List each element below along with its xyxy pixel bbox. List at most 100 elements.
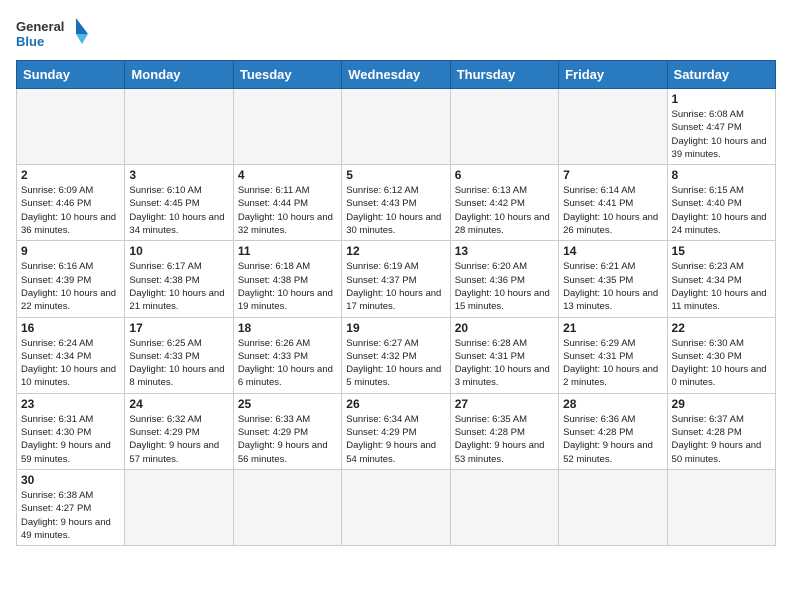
week-row-1: 1Sunrise: 6:08 AM Sunset: 4:47 PM Daylig… bbox=[17, 89, 776, 165]
day-number: 18 bbox=[238, 321, 337, 335]
day-info: Sunrise: 6:10 AM Sunset: 4:45 PM Dayligh… bbox=[129, 184, 228, 237]
calendar-cell bbox=[17, 89, 125, 165]
day-number: 2 bbox=[21, 168, 120, 182]
calendar-cell: 24 Sunrise: 6:32 AM Sunset: 4:29 PM Dayli… bbox=[125, 393, 233, 469]
day-info: Sunrise: 6:12 AM Sunset: 4:43 PM Dayligh… bbox=[346, 184, 445, 237]
day-number: 20 bbox=[455, 321, 554, 335]
day-info: Sunrise: 6:08 AM Sunset: 4:47 PM Dayligh… bbox=[672, 108, 771, 161]
day-number: 11 bbox=[238, 244, 337, 258]
day-number: 25 bbox=[238, 397, 337, 411]
calendar-cell: 27 Sunrise: 6:35 AM Sunset: 4:28 PM Dayli… bbox=[450, 393, 558, 469]
day-number: 27 bbox=[455, 397, 554, 411]
day-number: 17 bbox=[129, 321, 228, 335]
day-info: Sunrise: 6:33 AM Sunset: 4:29 PM Dayligh… bbox=[238, 413, 337, 466]
day-number: 21 bbox=[563, 321, 662, 335]
calendar-cell: 11 Sunrise: 6:18 AM Sunset: 4:38 PM Dayli… bbox=[233, 241, 341, 317]
day-info: Sunrise: 6:25 AM Sunset: 4:33 PM Dayligh… bbox=[129, 337, 228, 390]
calendar-cell: 22 Sunrise: 6:30 AM Sunset: 4:30 PM Dayli… bbox=[667, 317, 775, 393]
day-info: Sunrise: 6:18 AM Sunset: 4:38 PM Dayligh… bbox=[238, 260, 337, 313]
calendar-cell: 13 Sunrise: 6:20 AM Sunset: 4:36 PM Dayli… bbox=[450, 241, 558, 317]
calendar-cell: 2Sunrise: 6:09 AM Sunset: 4:46 PM Daylig… bbox=[17, 165, 125, 241]
weekday-header-tuesday: Tuesday bbox=[233, 61, 341, 89]
calendar-cell: 16 Sunrise: 6:24 AM Sunset: 4:34 PM Dayli… bbox=[17, 317, 125, 393]
calendar-cell: 5 Sunrise: 6:12 AM Sunset: 4:43 PM Daylig… bbox=[342, 165, 450, 241]
calendar-cell: 6Sunrise: 6:13 AM Sunset: 4:42 PM Daylig… bbox=[450, 165, 558, 241]
day-info: Sunrise: 6:27 AM Sunset: 4:32 PM Dayligh… bbox=[346, 337, 445, 390]
calendar-cell: 1Sunrise: 6:08 AM Sunset: 4:47 PM Daylig… bbox=[667, 89, 775, 165]
calendar-cell: 4 Sunrise: 6:11 AM Sunset: 4:44 PM Daylig… bbox=[233, 165, 341, 241]
day-number: 15 bbox=[672, 244, 771, 258]
weekday-header-thursday: Thursday bbox=[450, 61, 558, 89]
day-number: 30 bbox=[21, 473, 120, 487]
day-info: Sunrise: 6:29 AM Sunset: 4:31 PM Dayligh… bbox=[563, 337, 662, 390]
day-number: 9 bbox=[21, 244, 120, 258]
day-info: Sunrise: 6:15 AM Sunset: 4:40 PM Dayligh… bbox=[672, 184, 771, 237]
logo-svg: GeneralBlue bbox=[16, 16, 96, 52]
day-number: 14 bbox=[563, 244, 662, 258]
calendar-cell: 3Sunrise: 6:10 AM Sunset: 4:45 PM Daylig… bbox=[125, 165, 233, 241]
calendar-cell: 18 Sunrise: 6:26 AM Sunset: 4:33 PM Dayli… bbox=[233, 317, 341, 393]
weekday-header-saturday: Saturday bbox=[667, 61, 775, 89]
day-number: 16 bbox=[21, 321, 120, 335]
calendar-cell: 8 Sunrise: 6:15 AM Sunset: 4:40 PM Daylig… bbox=[667, 165, 775, 241]
week-row-2: 2Sunrise: 6:09 AM Sunset: 4:46 PM Daylig… bbox=[17, 165, 776, 241]
day-number: 12 bbox=[346, 244, 445, 258]
day-number: 19 bbox=[346, 321, 445, 335]
calendar-cell: 23Sunrise: 6:31 AM Sunset: 4:30 PM Dayli… bbox=[17, 393, 125, 469]
day-number: 28 bbox=[563, 397, 662, 411]
day-info: Sunrise: 6:32 AM Sunset: 4:29 PM Dayligh… bbox=[129, 413, 228, 466]
day-info: Sunrise: 6:24 AM Sunset: 4:34 PM Dayligh… bbox=[21, 337, 120, 390]
day-info: Sunrise: 6:14 AM Sunset: 4:41 PM Dayligh… bbox=[563, 184, 662, 237]
calendar-cell: 19 Sunrise: 6:27 AM Sunset: 4:32 PM Dayli… bbox=[342, 317, 450, 393]
day-number: 22 bbox=[672, 321, 771, 335]
day-info: Sunrise: 6:35 AM Sunset: 4:28 PM Dayligh… bbox=[455, 413, 554, 466]
day-number: 29 bbox=[672, 397, 771, 411]
calendar-cell bbox=[342, 89, 450, 165]
day-info: Sunrise: 6:20 AM Sunset: 4:36 PM Dayligh… bbox=[455, 260, 554, 313]
day-info: Sunrise: 6:19 AM Sunset: 4:37 PM Dayligh… bbox=[346, 260, 445, 313]
calendar-cell bbox=[125, 469, 233, 545]
day-info: Sunrise: 6:16 AM Sunset: 4:39 PM Dayligh… bbox=[21, 260, 120, 313]
day-number: 7 bbox=[563, 168, 662, 182]
calendar-cell: 15 Sunrise: 6:23 AM Sunset: 4:34 PM Dayli… bbox=[667, 241, 775, 317]
calendar-cell bbox=[342, 469, 450, 545]
day-info: Sunrise: 6:13 AM Sunset: 4:42 PM Dayligh… bbox=[455, 184, 554, 237]
weekday-header-monday: Monday bbox=[125, 61, 233, 89]
calendar-cell: 9 Sunrise: 6:16 AM Sunset: 4:39 PM Daylig… bbox=[17, 241, 125, 317]
day-info: Sunrise: 6:31 AM Sunset: 4:30 PM Dayligh… bbox=[21, 413, 120, 466]
day-info: Sunrise: 6:28 AM Sunset: 4:31 PM Dayligh… bbox=[455, 337, 554, 390]
day-number: 8 bbox=[672, 168, 771, 182]
calendar-cell: 20 Sunrise: 6:28 AM Sunset: 4:31 PM Dayli… bbox=[450, 317, 558, 393]
day-info: Sunrise: 6:30 AM Sunset: 4:30 PM Dayligh… bbox=[672, 337, 771, 390]
calendar-cell: 7 Sunrise: 6:14 AM Sunset: 4:41 PM Daylig… bbox=[559, 165, 667, 241]
day-number: 10 bbox=[129, 244, 228, 258]
calendar-cell bbox=[559, 89, 667, 165]
week-row-5: 23Sunrise: 6:31 AM Sunset: 4:30 PM Dayli… bbox=[17, 393, 776, 469]
week-row-3: 9 Sunrise: 6:16 AM Sunset: 4:39 PM Daylig… bbox=[17, 241, 776, 317]
calendar-cell: 14 Sunrise: 6:21 AM Sunset: 4:35 PM Dayli… bbox=[559, 241, 667, 317]
week-row-6: 30Sunrise: 6:38 AM Sunset: 4:27 PM Dayli… bbox=[17, 469, 776, 545]
day-number: 13 bbox=[455, 244, 554, 258]
calendar-cell bbox=[450, 89, 558, 165]
day-info: Sunrise: 6:26 AM Sunset: 4:33 PM Dayligh… bbox=[238, 337, 337, 390]
weekday-header-friday: Friday bbox=[559, 61, 667, 89]
day-info: Sunrise: 6:21 AM Sunset: 4:35 PM Dayligh… bbox=[563, 260, 662, 313]
weekday-header-wednesday: Wednesday bbox=[342, 61, 450, 89]
page-header: GeneralBlue bbox=[16, 16, 776, 52]
calendar-cell: 25 Sunrise: 6:33 AM Sunset: 4:29 PM Dayli… bbox=[233, 393, 341, 469]
calendar-cell: 17 Sunrise: 6:25 AM Sunset: 4:33 PM Dayli… bbox=[125, 317, 233, 393]
calendar-cell: 30Sunrise: 6:38 AM Sunset: 4:27 PM Dayli… bbox=[17, 469, 125, 545]
calendar-table: SundayMondayTuesdayWednesdayThursdayFrid… bbox=[16, 60, 776, 546]
calendar-cell bbox=[667, 469, 775, 545]
day-info: Sunrise: 6:11 AM Sunset: 4:44 PM Dayligh… bbox=[238, 184, 337, 237]
day-number: 5 bbox=[346, 168, 445, 182]
day-number: 24 bbox=[129, 397, 228, 411]
day-number: 4 bbox=[238, 168, 337, 182]
calendar-cell bbox=[450, 469, 558, 545]
weekday-header-row: SundayMondayTuesdayWednesdayThursdayFrid… bbox=[17, 61, 776, 89]
day-info: Sunrise: 6:23 AM Sunset: 4:34 PM Dayligh… bbox=[672, 260, 771, 313]
calendar-cell: 10 Sunrise: 6:17 AM Sunset: 4:38 PM Dayli… bbox=[125, 241, 233, 317]
day-info: Sunrise: 6:17 AM Sunset: 4:38 PM Dayligh… bbox=[129, 260, 228, 313]
calendar-cell bbox=[125, 89, 233, 165]
calendar-cell: 21 Sunrise: 6:29 AM Sunset: 4:31 PM Dayli… bbox=[559, 317, 667, 393]
